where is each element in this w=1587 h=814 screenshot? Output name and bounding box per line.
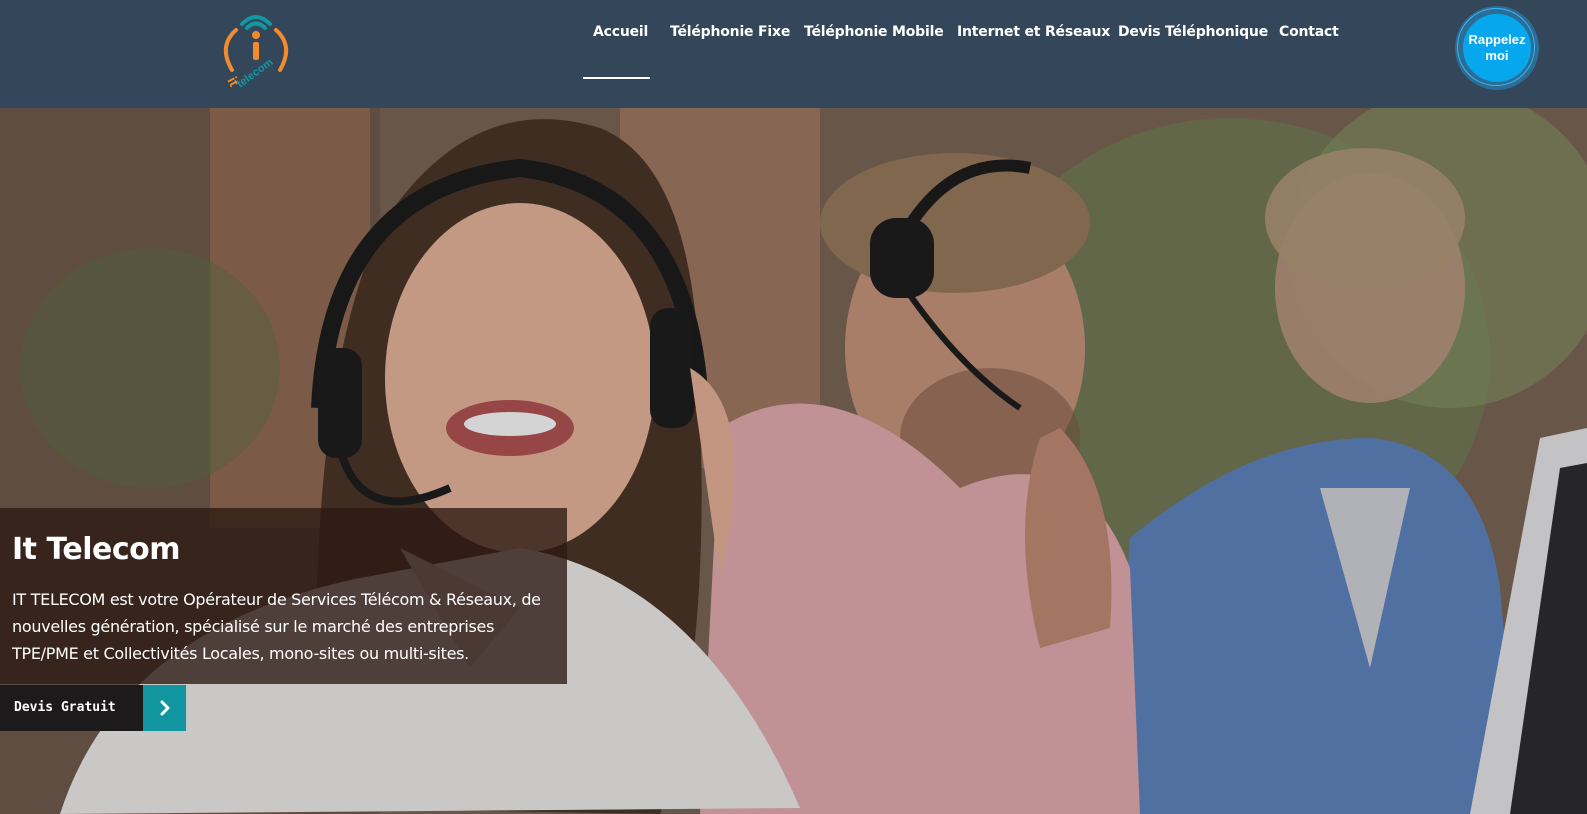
hero-overlay (0, 108, 1587, 814)
callback-label-line1: Rappelez (1468, 32, 1526, 47)
active-nav-underline (583, 77, 650, 79)
hero-title: It Telecom (12, 532, 181, 567)
main-nav: Accueil Téléphonie Fixe Téléphonie Mobil… (0, 0, 1587, 108)
devis-gratuit-label[interactable]: Devis Gratuit (0, 685, 143, 731)
nav-item-devis-telephonique[interactable]: Devis Téléphonique (1118, 24, 1268, 44)
hero-description: IT TELECOM est votre Opérateur de Servic… (12, 590, 541, 663)
devis-gratuit-button[interactable]: Devis Gratuit (0, 685, 186, 731)
hero-caption-box: It Telecom IT TELECOM est votre Opérateu… (0, 508, 567, 684)
callback-label-line2: moi (1485, 48, 1509, 63)
hero-banner: It Telecom IT TELECOM est votre Opérateu… (0, 108, 1587, 814)
site-header: it telecom Accueil Téléphonie Fixe Télép… (0, 0, 1587, 108)
chevron-right-icon[interactable] (143, 685, 186, 731)
callback-label[interactable]: Rappelez moi (1463, 14, 1531, 82)
nav-item-accueil[interactable]: Accueil (593, 24, 648, 44)
nav-item-telephonie-mobile[interactable]: Téléphonie Mobile (804, 24, 944, 44)
nav-item-internet-reseaux[interactable]: Internet et Réseaux (957, 24, 1110, 44)
callback-button[interactable]: Rappelez moi (1455, 6, 1539, 90)
nav-item-telephonie-fixe[interactable]: Téléphonie Fixe (670, 24, 790, 44)
nav-item-contact[interactable]: Contact (1279, 24, 1339, 44)
